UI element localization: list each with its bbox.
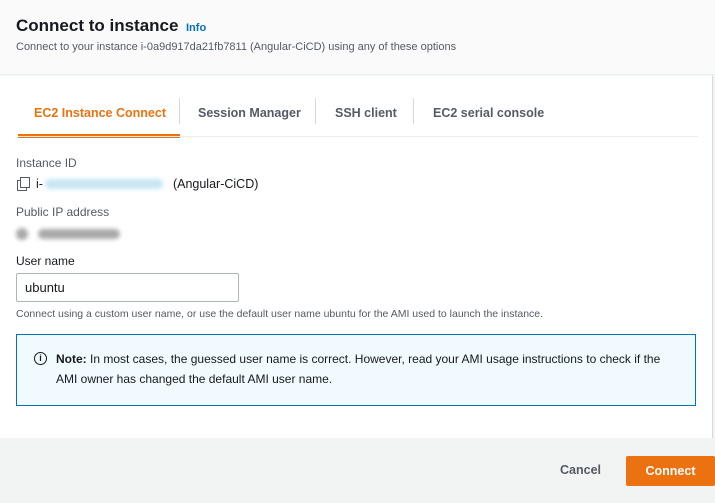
tabs-underline (18, 136, 698, 137)
note-text: In most cases, the guessed user name is … (56, 352, 661, 386)
info-link[interactable]: Info (186, 22, 206, 34)
redacted-instance-id (44, 179, 163, 189)
note-label: Note: (56, 352, 87, 366)
tab-divider (315, 98, 316, 124)
tab-ec2-serial-console[interactable]: EC2 serial console (433, 98, 544, 138)
instance-id-prefix: i- (36, 177, 43, 191)
user-name-hint: Connect using a custom user name, or use… (16, 308, 544, 320)
tab-divider (413, 98, 414, 124)
dialog-subtitle: Connect to your instance i-0a9d917da21fb… (16, 41, 457, 53)
public-ip-value (16, 228, 120, 240)
redacted-copy-icon (16, 228, 28, 240)
dialog-header: Connect to instance Info Connect to your… (0, 0, 715, 75)
connect-panel: EC2 Instance Connect Session Manager SSH… (0, 76, 713, 438)
info-icon: i (34, 352, 47, 365)
cancel-button[interactable]: Cancel (560, 463, 601, 477)
note-alert: i Note: In most cases, the guessed user … (16, 334, 696, 406)
instance-name: (Angular-CiCD) (172, 177, 259, 191)
dialog-title: Connect to instance (16, 16, 179, 35)
public-ip-label: Public IP address (16, 205, 110, 219)
tab-divider (179, 98, 180, 124)
connect-button[interactable]: Connect (626, 456, 715, 486)
instance-id-label: Instance ID (16, 156, 77, 170)
tab-ssh-client[interactable]: SSH client (335, 98, 397, 138)
user-name-label: User name (16, 254, 75, 268)
tab-ec2-instance-connect[interactable]: EC2 Instance Connect (18, 98, 180, 138)
user-name-input[interactable] (16, 273, 239, 302)
instance-id-value: i- (Angular-CiCD) (16, 177, 258, 191)
copy-icon[interactable] (16, 177, 30, 191)
tab-session-manager[interactable]: Session Manager (198, 98, 301, 138)
redacted-ip-address (38, 229, 120, 239)
connection-tabs: EC2 Instance Connect Session Manager SSH… (18, 98, 698, 138)
